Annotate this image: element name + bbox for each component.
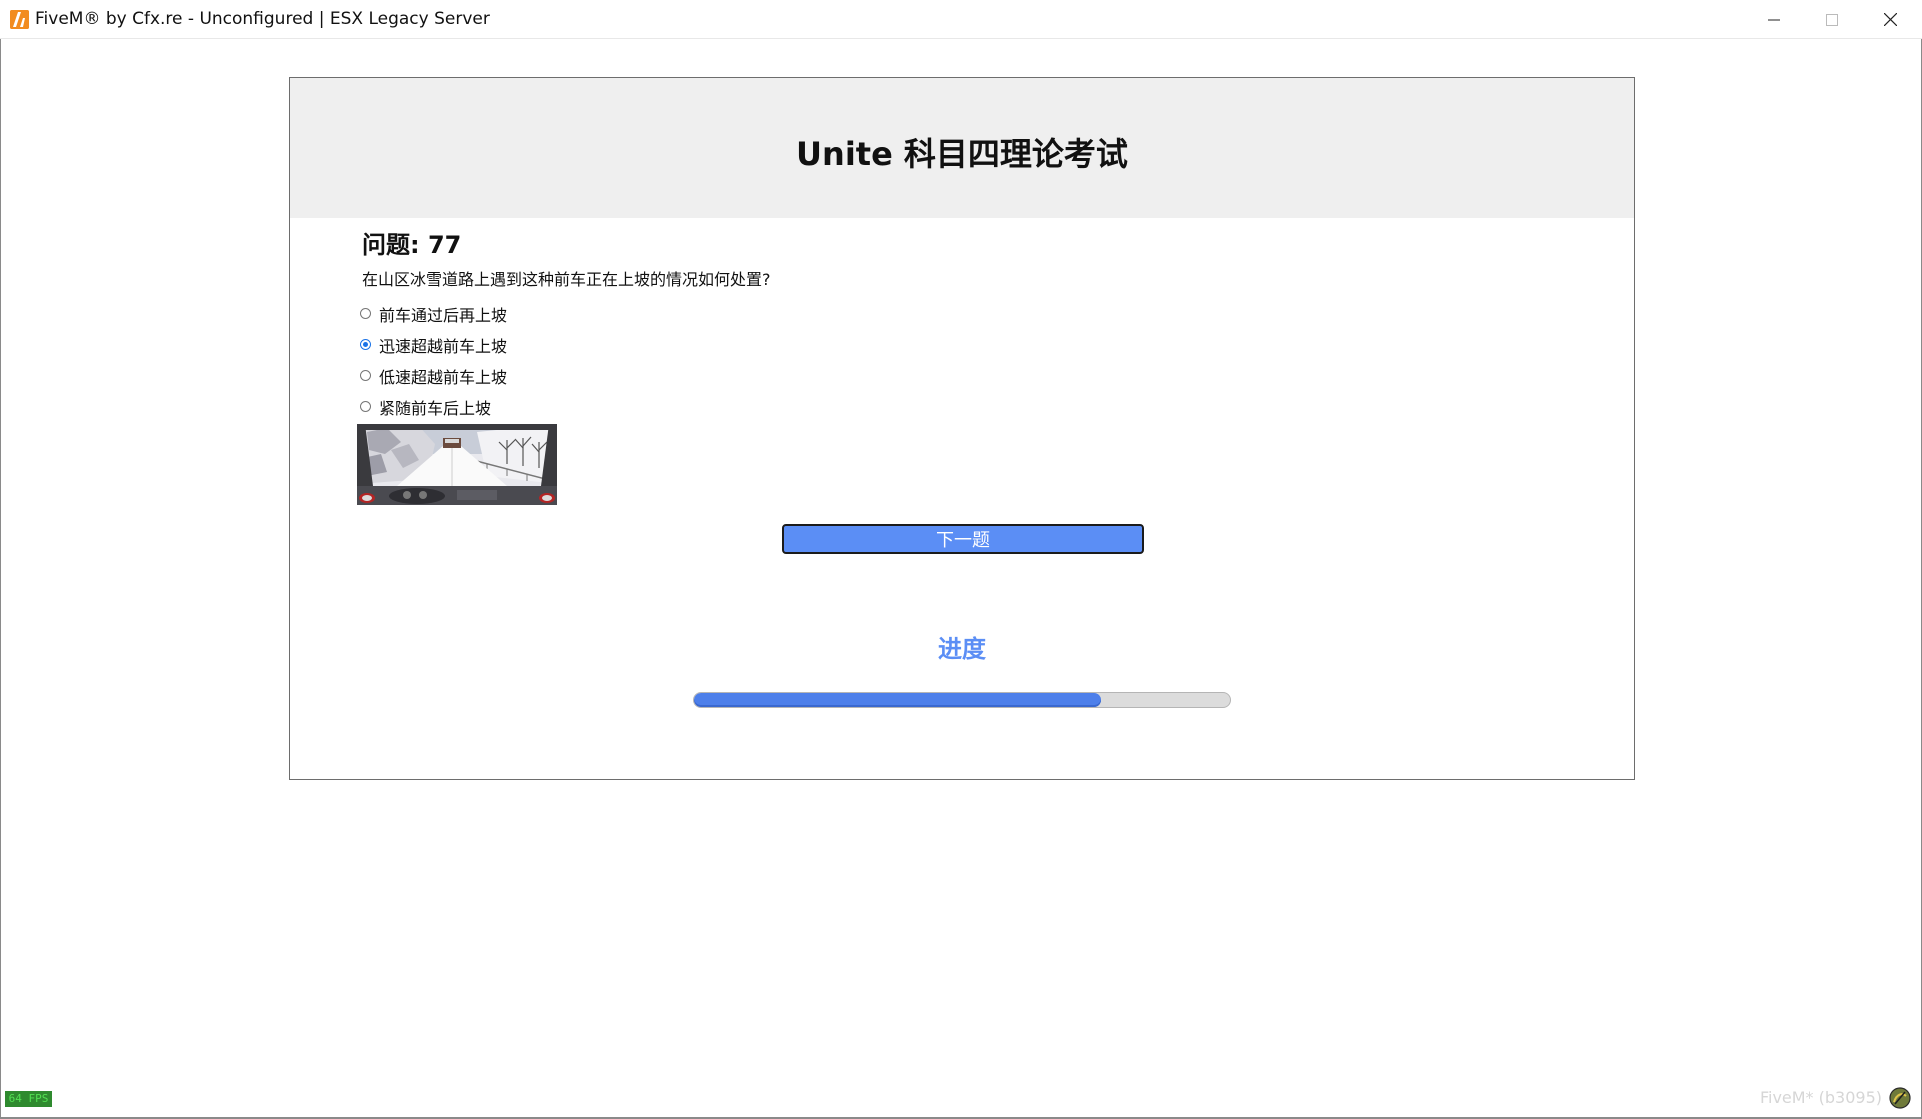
window-titlebar: FiveM® by Cfx.re - Unconfigured | ESX Le…: [0, 0, 1922, 39]
answer-options: 前车通过后再上坡 迅速超越前车上坡 低速超越前车上坡 紧随前车后上坡: [360, 298, 507, 422]
answer-option-label: 前车通过后再上坡: [379, 305, 508, 325]
progress-bar-fill: [694, 693, 1102, 707]
minimize-button[interactable]: [1746, 0, 1802, 39]
radio-button[interactable]: [360, 401, 371, 412]
exam-title: Unite 科目四理论考试: [796, 135, 1128, 173]
window-title: FiveM® by Cfx.re - Unconfigured | ESX Le…: [35, 9, 490, 29]
answer-option-4[interactable]: 紧随前车后上坡: [360, 391, 507, 422]
progress-label: 进度: [938, 635, 986, 663]
maximize-icon: [1826, 13, 1838, 26]
fivem-watermark: FiveM* (b3095): [1759, 1088, 1882, 1107]
radio-button[interactable]: [360, 370, 371, 381]
close-button[interactable]: [1862, 0, 1918, 39]
radio-button[interactable]: [360, 339, 371, 350]
radio-button[interactable]: [360, 308, 371, 319]
fps-counter: 64 FPS: [5, 1091, 52, 1107]
answer-option-label: 紧随前车后上坡: [379, 398, 492, 418]
answer-option-label: 低速超越前车上坡: [379, 367, 508, 387]
exam-panel: Unite 科目四理论考试 问题: 77 在山区冰雪道路上遇到这种前车正在上坡的…: [289, 77, 1635, 780]
minimize-icon: [1768, 19, 1780, 20]
answer-option-2[interactable]: 迅速超越前车上坡: [360, 329, 507, 360]
fivem-badge-icon: [1889, 1087, 1911, 1109]
next-question-button[interactable]: 下一题: [782, 524, 1144, 554]
progress-bar: [693, 692, 1231, 708]
answer-option-1[interactable]: 前车通过后再上坡: [360, 298, 507, 329]
maximize-button[interactable]: [1804, 0, 1860, 39]
game-viewport: Unite 科目四理论考试 问题: 77 在山区冰雪道路上遇到这种前车正在上坡的…: [0, 39, 1922, 1119]
answer-option-3[interactable]: 低速超越前车上坡: [360, 360, 507, 391]
fivem-logo-icon: [10, 10, 29, 29]
exam-header: Unite 科目四理论考试: [290, 78, 1634, 218]
question-text: 在山区冰雪道路上遇到这种前车正在上坡的情况如何处置?: [362, 270, 771, 289]
question-image: [357, 424, 557, 505]
answer-option-label: 迅速超越前车上坡: [379, 336, 508, 356]
question-number: 问题: 77: [362, 231, 462, 259]
close-icon: [1883, 13, 1897, 26]
